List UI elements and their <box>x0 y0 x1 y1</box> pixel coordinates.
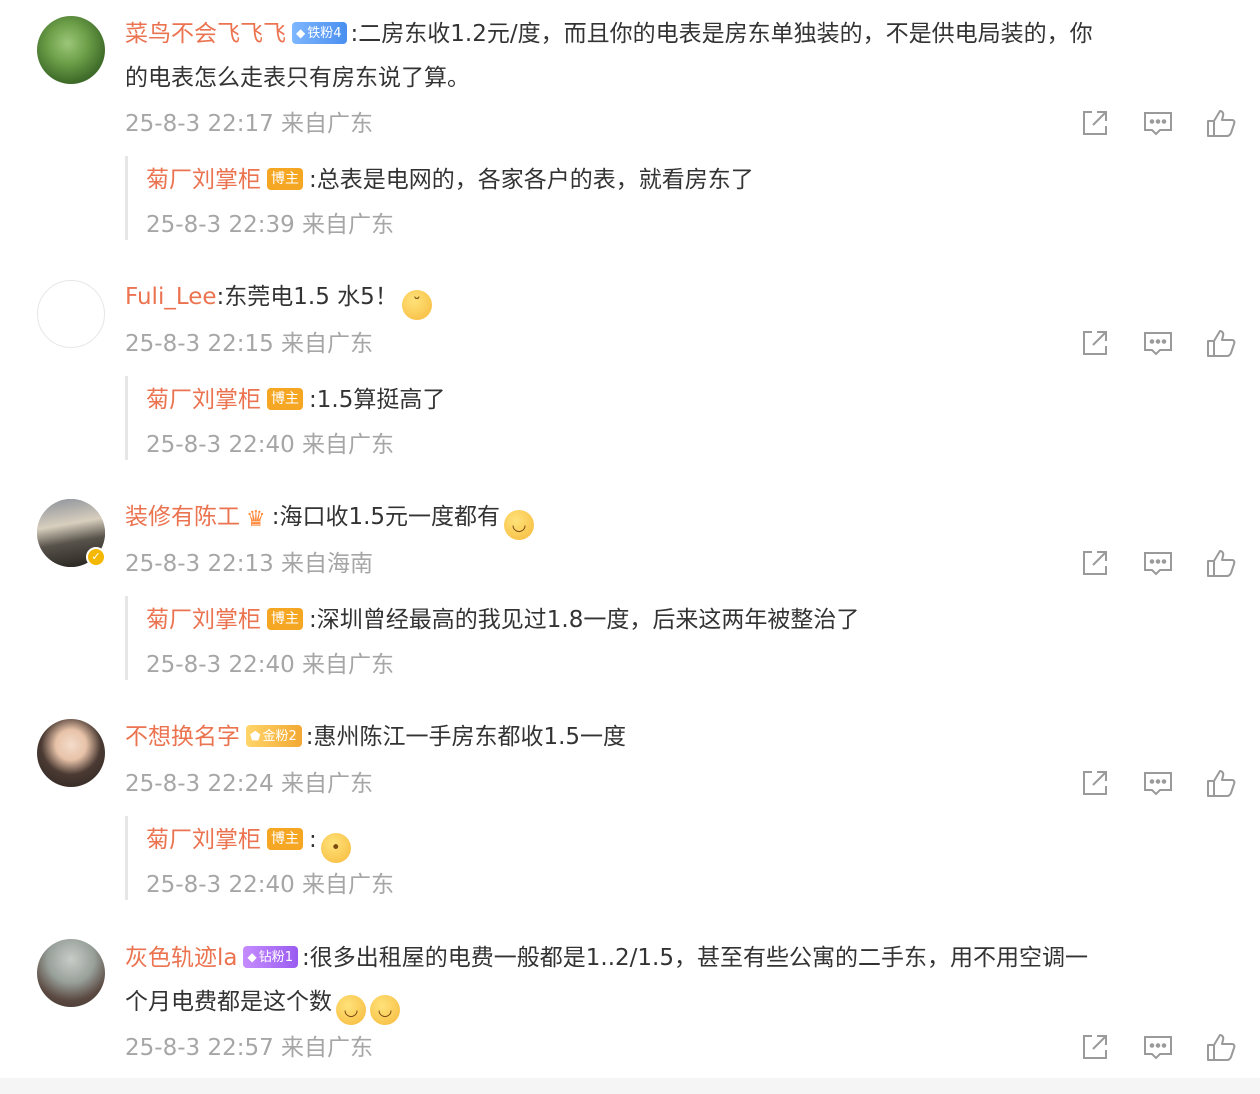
fan-badge-label: 钻粉1 <box>258 949 293 965</box>
share-icon[interactable] <box>1078 766 1112 800</box>
username[interactable]: 灰色轨迹la <box>125 945 237 971</box>
reply-text: :深圳曾经最高的我见过1.8一度，后来这两年被整治了 <box>309 607 860 633</box>
reply-meta: 25-8-3 22:40 来自广东 <box>146 652 395 678</box>
thinking-emoji-icon: ˘ <box>401 290 432 320</box>
avatar[interactable] <box>37 939 105 1007</box>
fan-badge: ◆ 钻粉1 <box>243 945 298 968</box>
reply-username[interactable]: 菊厂刘掌柜 <box>146 167 261 193</box>
reply-text: :总表是电网的，各家各户的表，就看房东了 <box>309 167 754 193</box>
reply-item: 菊厂刘掌柜 博主: • 25-8-3 22:40 来自广东 <box>125 816 1128 900</box>
fan-badge: ⬟ 金粉2 <box>246 724 302 747</box>
fan-badge: ◆ 铁粉4 <box>292 21 347 44</box>
avatar[interactable] <box>37 280 105 348</box>
comment-text: :二房东收1.2元/度，而且你的电表是房东单独装的，不是供电局装的，你 <box>350 21 1093 47</box>
reply-text: :1.5算挺高了 <box>309 387 446 413</box>
comment-meta: 25-8-3 22:24 来自广东 <box>125 771 374 797</box>
comment-icon[interactable] <box>1141 1030 1175 1064</box>
reply-username[interactable]: 菊厂刘掌柜 <box>146 607 261 633</box>
reply-item: 菊厂刘掌柜 博主 :深圳曾经最高的我见过1.8一度，后来这两年被整治了 25-8-3… <box>125 596 1128 680</box>
comment-text: :很多出租屋的电费一般都是1..2/1.5，甚至有些公寓的二手东，用不用空调一 <box>302 945 1088 971</box>
fan-badge-label: 铁粉4 <box>307 25 342 41</box>
username[interactable]: 菜鸟不会飞飞飞 <box>125 21 286 47</box>
username[interactable]: 不想换名字 <box>125 724 240 750</box>
diamond-icon: ◆ <box>247 949 257 964</box>
comment-icon[interactable] <box>1141 106 1175 140</box>
avatar[interactable] <box>37 16 105 84</box>
reply-username[interactable]: 菊厂刘掌柜 <box>146 387 261 413</box>
host-badge: 博主 <box>267 607 303 630</box>
reply-meta: 25-8-3 22:40 来自广东 <box>146 872 395 898</box>
avatar[interactable] <box>37 719 105 787</box>
host-badge: 博主 <box>267 387 303 410</box>
reply-meta: 25-8-3 22:40 来自广东 <box>146 432 395 458</box>
comment-body: 灰色轨迹la ◆ 钻粉1:很多出租屋的电费一般都是1..2/1.5，甚至有些公寓的二… <box>125 937 1088 979</box>
action-bar <box>1078 106 1238 140</box>
bottom-divider <box>0 1078 1260 1094</box>
comment-meta: 25-8-3 22:15 来自广东 <box>125 331 374 357</box>
comment-body: Fuli_Lee:东莞电1.5 水5！ ˘ <box>125 276 432 320</box>
comment-text: :惠州陈江一手房东都收1.5一度 <box>305 724 627 750</box>
reply-body: 菊厂刘掌柜 博主 :1.5算挺高了 <box>146 379 445 421</box>
comment-text: :海口收1.5元一度都有 <box>271 504 501 530</box>
action-bar <box>1078 326 1238 360</box>
comment-body: 装修有陈工 ♛:海口收1.5元一度都有 ◡ <box>125 496 535 541</box>
diamond-icon: ◆ <box>296 25 306 40</box>
reply-item: 菊厂刘掌柜 博主 :总表是电网的，各家各户的表，就看房东了 25-8-3 22:39… <box>125 156 1128 240</box>
like-icon[interactable] <box>1204 766 1238 800</box>
like-icon[interactable] <box>1204 326 1238 360</box>
comment-text-line2: 个月电费都是这个数 <box>125 989 332 1015</box>
crown-icon: ♛ <box>246 507 266 532</box>
reply-body: 菊厂刘掌柜 博主: • <box>146 819 351 863</box>
action-bar <box>1078 766 1238 800</box>
host-badge: 博主 <box>267 827 303 850</box>
action-bar <box>1078 546 1238 580</box>
comment-meta: 25-8-3 22:13 来自海南 <box>125 551 374 577</box>
reply-username[interactable]: 菊厂刘掌柜 <box>146 827 261 853</box>
reply-body: 菊厂刘掌柜 博主 :深圳曾经最高的我见过1.8一度，后来这两年被整治了 <box>146 599 859 641</box>
comment-meta: 25-8-3 22:57 来自广东 <box>125 1035 374 1061</box>
comment-text-line2-wrap: 个月电费都是这个数 ◡ ◡ <box>125 981 400 1025</box>
username[interactable]: Fuli_Lee <box>125 284 217 310</box>
reply-text: : <box>309 827 317 853</box>
fan-badge-label: 金粉2 <box>262 728 297 744</box>
share-icon[interactable] <box>1078 106 1112 140</box>
host-badge: 博主 <box>267 167 303 190</box>
comment-text-line2: 的电表怎么走表只有房东说了算。 <box>125 65 470 91</box>
reply-body: 菊厂刘掌柜 博主 :总表是电网的，各家各户的表，就看房东了 <box>146 159 754 201</box>
share-icon[interactable] <box>1078 1030 1112 1064</box>
verified-icon: ✓ <box>86 547 106 567</box>
crying-laugh-emoji-icon: ◡ <box>370 995 400 1025</box>
like-icon[interactable] <box>1204 106 1238 140</box>
like-icon[interactable] <box>1204 546 1238 580</box>
reply-meta: 25-8-3 22:39 来自广东 <box>146 212 395 238</box>
gem-icon: ⬟ <box>250 728 261 743</box>
comment-icon[interactable] <box>1141 326 1175 360</box>
action-bar <box>1078 1030 1238 1064</box>
reply-item: 菊厂刘掌柜 博主 :1.5算挺高了 25-8-3 22:40 来自广东 <box>125 376 1128 460</box>
comment-text: :东莞电1.5 水5！ <box>216 284 398 310</box>
shy-emoji-icon: • <box>320 833 351 863</box>
like-icon[interactable] <box>1204 1030 1238 1064</box>
comment-body: 菜鸟不会飞飞飞 ◆ 铁粉4:二房东收1.2元/度，而且你的电表是房东单独装的，不是供… <box>125 13 1093 55</box>
crying-laugh-emoji-icon: ◡ <box>504 510 535 540</box>
laugh-tears-emoji-icon: ◡ <box>336 995 366 1025</box>
username[interactable]: 装修有陈工 <box>125 504 240 530</box>
share-icon[interactable] <box>1078 546 1112 580</box>
comment-body: 不想换名字 ⬟ 金粉2:惠州陈江一手房东都收1.5一度 <box>125 716 626 758</box>
comment-meta: 25-8-3 22:17 来自广东 <box>125 111 374 137</box>
comment-icon[interactable] <box>1141 766 1175 800</box>
share-icon[interactable] <box>1078 326 1112 360</box>
comment-icon[interactable] <box>1141 546 1175 580</box>
